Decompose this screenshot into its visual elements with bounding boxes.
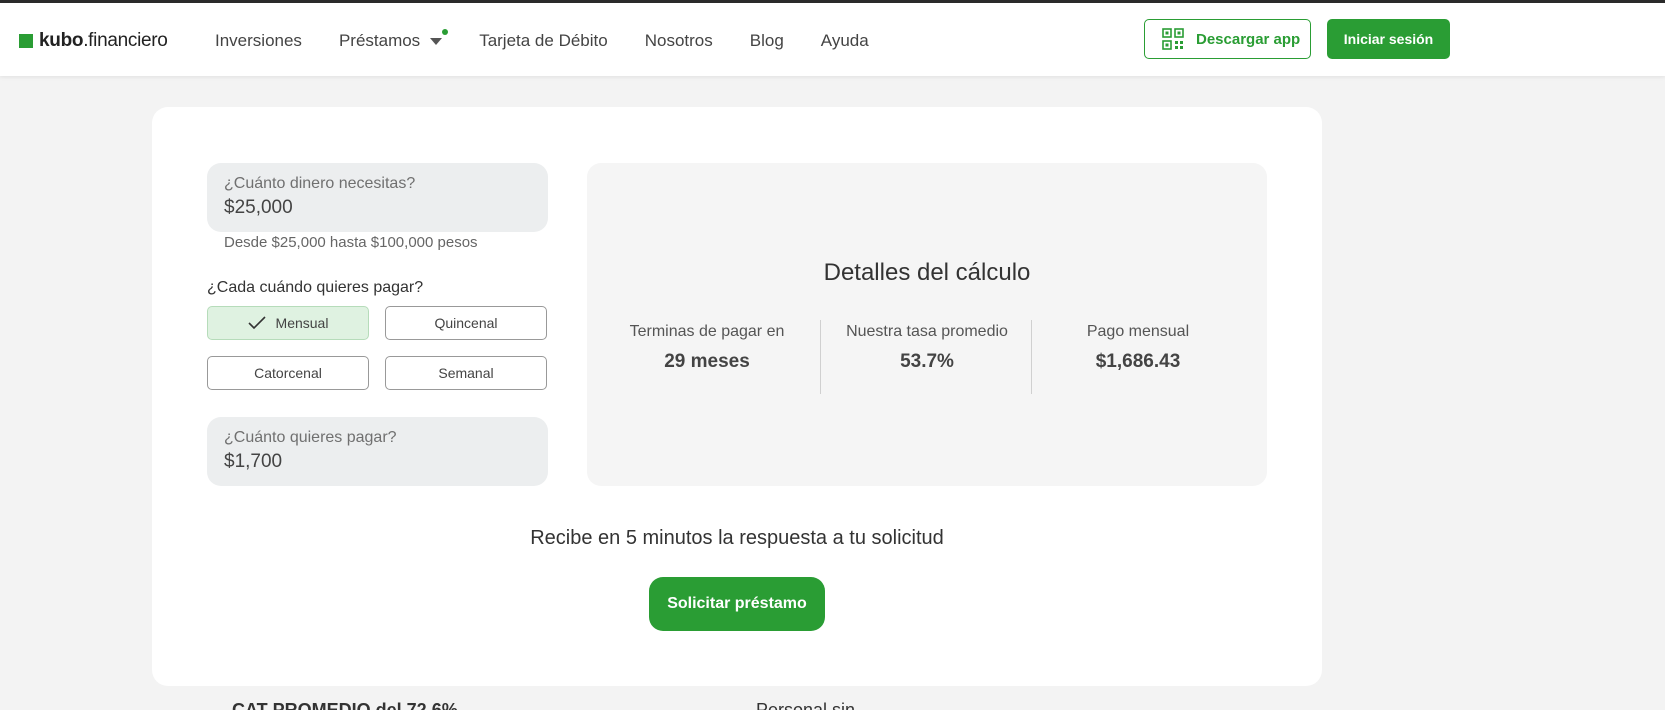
frequency-option-catorcenal[interactable]: Catorcenal — [207, 356, 369, 390]
stat-term-label: Terminas de pagar en — [629, 323, 785, 340]
stat-rate-label: Nuestra tasa promedio — [846, 323, 1008, 340]
payment-input[interactable]: ¿Cuánto quieres pagar? $1,700 — [207, 417, 548, 486]
nav-nosotros[interactable]: Nosotros — [645, 31, 713, 51]
frequency-option-label: Semanal — [438, 365, 494, 381]
frequency-question: ¿Cada cuándo quieres pagar? — [207, 279, 424, 296]
below-right-text: Personal sin — [756, 700, 856, 710]
calculation-details-panel: Detalles del cálculo Terminas de pagar e… — [587, 163, 1267, 486]
logo[interactable]: kubo .financiero — [19, 29, 168, 53]
nav-tarjeta-debito[interactable]: Tarjeta de Débito — [479, 31, 608, 51]
logo-light-text: .financiero — [83, 30, 168, 51]
logo-bold-text: kubo — [39, 30, 84, 51]
frequency-option-label: Mensual — [275, 315, 329, 331]
payment-label: ¿Cuánto quieres pagar? — [224, 429, 397, 446]
stat-monthly-payment-label: Pago mensual — [1086, 323, 1190, 340]
details-title: Detalles del cálculo — [823, 259, 1031, 286]
stat-term: Terminas de pagar en 29 meses — [607, 323, 807, 397]
stat-monthly-payment-value: $1,686.43 — [1095, 351, 1181, 372]
frequency-option-semanal[interactable]: Semanal — [385, 356, 547, 390]
amount-value: $25,000 — [224, 197, 293, 218]
stat-term-value: 29 meses — [664, 351, 750, 372]
frequency-option-label: Catorcenal — [254, 365, 322, 381]
frequency-option-mensual[interactable]: Mensual — [207, 306, 369, 340]
download-app-label: Descargar app — [1196, 30, 1301, 48]
amount-hint: Desde $25,000 hasta $100,000 pesos — [224, 234, 478, 251]
stat-monthly-payment: Pago mensual $1,686.43 — [1038, 323, 1238, 397]
qr-code-icon — [1162, 28, 1184, 50]
amount-label: ¿Cuánto dinero necesitas? — [224, 175, 416, 192]
nav-ayuda[interactable]: Ayuda — [821, 31, 869, 51]
divider — [1031, 320, 1032, 394]
divider — [820, 320, 821, 394]
nav-prestamos-label: Préstamos — [338, 31, 421, 50]
nav-blog[interactable]: Blog — [750, 31, 784, 51]
stat-rate: Nuestra tasa promedio 53.7% — [827, 323, 1027, 397]
frequency-option-quincenal[interactable]: Quincenal — [385, 306, 547, 340]
amount-input[interactable]: ¿Cuánto dinero necesitas? $25,000 — [207, 163, 548, 232]
download-app-button[interactable]: Descargar app — [1144, 19, 1311, 59]
cta-text: Recibe en 5 minutos la respuesta a tu so… — [530, 527, 944, 549]
chevron-down-icon — [430, 37, 443, 45]
check-icon — [247, 316, 266, 330]
request-loan-button[interactable]: Solicitar préstamo — [649, 577, 825, 631]
login-button[interactable]: Iniciar sesión — [1327, 19, 1450, 59]
cat-promedio-text: CAT PROMEDIO del 72.6% — [232, 700, 458, 710]
stat-rate-value: 53.7% — [900, 351, 954, 372]
new-indicator-dot — [442, 29, 449, 35]
nav-prestamos[interactable]: Préstamos — [338, 29, 449, 51]
loan-calculator-card: ¿Cuánto dinero necesitas? $25,000 Desde … — [152, 107, 1322, 686]
payment-value: $1,700 — [224, 451, 283, 472]
main-nav: Inversiones Préstamos Tarjeta de Débito … — [215, 29, 906, 51]
frequency-option-label: Quincenal — [434, 315, 498, 331]
nav-inversiones[interactable]: Inversiones — [215, 31, 302, 51]
logo-square-icon — [19, 34, 33, 48]
site-header: kubo .financiero Inversiones Préstamos T… — [0, 3, 1665, 76]
